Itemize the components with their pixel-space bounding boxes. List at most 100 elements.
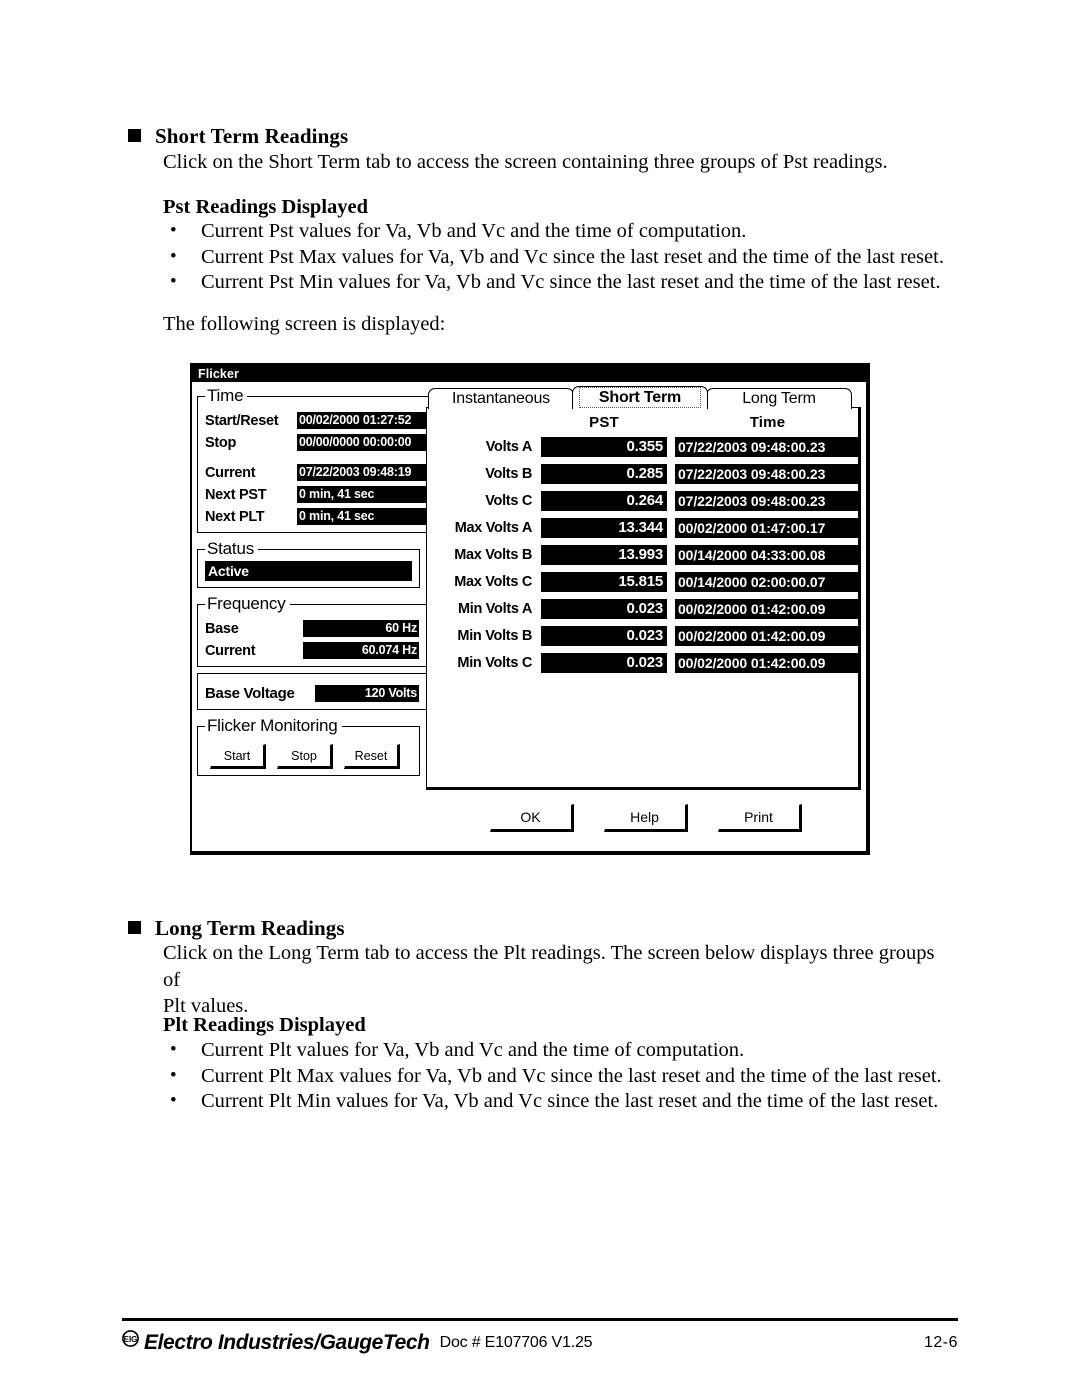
dialog-titlebar: Flicker <box>192 365 866 382</box>
next-pst-label: Next PST <box>205 486 267 503</box>
dialog-action-buttons: OK Help Print <box>426 790 861 846</box>
short-term-panel: PST Time Volts A 0.355 07/22/2003 09:48:… <box>426 407 861 790</box>
table-row: Volts C 0.264 07/22/2003 09:48:00.23 <box>433 487 860 514</box>
flicker-monitoring-buttons: Start Stop Reset <box>205 744 412 769</box>
page-footer: EIG Electro Industries/GaugeTech Doc # E… <box>122 1328 958 1358</box>
status-value: Active <box>205 561 412 581</box>
current-time-label: Current <box>205 464 256 481</box>
base-voltage-group: Base Voltage 120 Volts <box>197 673 427 710</box>
help-button[interactable]: Help <box>603 804 688 832</box>
next-plt-label: Next PLT <box>205 508 265 525</box>
list-item: Current Pst Max values for Va, Vb and Vc… <box>163 244 944 271</box>
table-row: Min Volts C 0.023 00/02/2000 01:42:00.09 <box>433 649 860 676</box>
time-group-legend: Time <box>207 386 244 405</box>
right-column: Instantaneous Short Term Long Term PST T… <box>426 386 861 846</box>
row-time-max-volts-c: 00/14/2000 02:00:00.07 <box>675 571 860 592</box>
dialog-body: Time Start/Reset 00/02/2000 01:27:52 Sto… <box>192 382 866 851</box>
time-row-next-pst: Next PST 0 min, 41 sec <box>205 485 449 504</box>
list-item: Current Plt values for Va, Vb and Vc and… <box>163 1037 942 1064</box>
flicker-monitoring-group: Flicker Monitoring Start Stop Reset <box>197 716 420 776</box>
table-row: Min Volts B 0.023 00/02/2000 01:42:00.09 <box>433 622 860 649</box>
row-label-volts-b: Volts B <box>485 465 532 482</box>
section2-intro-paragraph: Click on the Long Term tab to access the… <box>163 942 935 1017</box>
table-column-headers: PST Time <box>433 411 852 433</box>
time-row-next-plt: Next PLT 0 min, 41 sec <box>205 507 449 526</box>
list-item: Current Pst Min values for Va, Vb and Vc… <box>163 269 944 296</box>
time-group-spacer <box>205 452 449 460</box>
base-voltage-label: Base Voltage <box>205 685 295 702</box>
row-label-volts-a: Volts A <box>485 438 533 455</box>
row-pst-volts-c: 0.264 <box>541 490 667 511</box>
square-bullet-icon <box>128 129 141 142</box>
frequency-current-label: Current <box>205 642 256 659</box>
flicker-dialog: Flicker Time Start/Reset 00/02/2000 01:2… <box>190 363 870 855</box>
footer-divider <box>122 1318 958 1321</box>
row-time-volts-a: 07/22/2003 09:48:00.23 <box>675 436 860 457</box>
table-row: Max Volts B 13.993 00/14/2000 04:33:00.0… <box>433 541 860 568</box>
row-time-min-volts-c: 00/02/2000 01:42:00.09 <box>675 652 860 673</box>
time-row-stop: Stop 00/00/0000 00:00:00 <box>205 433 449 452</box>
flicker-monitoring-legend: Flicker Monitoring <box>207 716 338 735</box>
base-voltage-row: Base Voltage 120 Volts <box>205 684 419 703</box>
row-pst-min-volts-c: 0.023 <box>541 652 667 673</box>
row-time-min-volts-b: 00/02/2000 01:42:00.09 <box>675 625 860 646</box>
row-pst-max-volts-a: 13.344 <box>541 517 667 538</box>
frequency-row-current: Current 60.074 Hz <box>205 641 419 660</box>
column-header-pst: PST <box>589 413 619 431</box>
start-reset-label: Start/Reset <box>205 412 279 429</box>
dialog-title: Flicker <box>198 366 240 381</box>
section1-bullet-list: Current Pst values for Va, Vb and Vc and… <box>163 218 944 296</box>
row-time-volts-c: 07/22/2003 09:48:00.23 <box>675 490 860 511</box>
row-pst-min-volts-b: 0.023 <box>541 625 667 646</box>
row-label-volts-c: Volts C <box>485 492 532 509</box>
row-label-min-volts-b: Min Volts B <box>457 627 532 644</box>
row-label-min-volts-a: Min Volts A <box>457 600 532 617</box>
ok-button[interactable]: OK <box>489 804 574 832</box>
row-label-max-volts-a: Max Volts A <box>454 519 533 536</box>
section1-intro-paragraph: Click on the Short Term tab to access th… <box>163 151 888 173</box>
status-group-legend: Status <box>207 539 254 558</box>
table-row: Max Volts A 13.344 00/02/2000 01:47:00.1… <box>433 514 860 541</box>
frequency-base-label: Base <box>205 620 239 637</box>
tab-instantaneous[interactable]: Instantaneous <box>428 388 574 409</box>
base-voltage-value: 120 Volts <box>315 685 419 702</box>
row-time-max-volts-a: 00/02/2000 01:47:00.17 <box>675 517 860 538</box>
row-pst-volts-a: 0.355 <box>541 436 667 457</box>
square-bullet-icon <box>128 921 141 934</box>
start-button[interactable]: Start <box>210 744 266 769</box>
screen-caption: The following screen is displayed: <box>163 313 446 335</box>
section2-subheading: Plt Readings Displayed <box>163 1014 366 1036</box>
frequency-base-value: 60 Hz <box>303 620 419 637</box>
list-item: Current Plt Max values for Va, Vb and Vc… <box>163 1063 942 1090</box>
section2-bullet-list: Current Plt values for Va, Vb and Vc and… <box>163 1037 942 1115</box>
document-id: Doc # E107706 V1.25 <box>439 1334 593 1351</box>
stop-label: Stop <box>205 434 237 451</box>
stop-button[interactable]: Stop <box>277 744 333 769</box>
frequency-group: Frequency Base 60 Hz Current 60.074 Hz <box>197 594 427 667</box>
row-pst-volts-b: 0.285 <box>541 463 667 484</box>
frequency-row-base: Base 60 Hz <box>205 619 419 638</box>
section1-subheading: Pst Readings Displayed <box>163 196 369 218</box>
row-label-min-volts-c: Min Volts C <box>457 654 532 671</box>
time-row-current: Current 07/22/2003 09:48:19 <box>205 463 449 482</box>
list-item: Current Plt Min values for Va, Vb and Vc… <box>163 1088 942 1115</box>
svg-text:EIG: EIG <box>124 1335 138 1344</box>
company-brand: Electro Industries/GaugeTech <box>144 1331 430 1354</box>
tab-long-term[interactable]: Long Term <box>706 388 852 409</box>
tabstrip: Instantaneous Short Term Long Term <box>426 386 861 409</box>
tab-short-term-label: Short Term <box>579 387 701 408</box>
table-row: Volts B 0.285 07/22/2003 09:48:00.23 <box>433 460 860 487</box>
table-row: Max Volts C 15.815 00/14/2000 02:00:00.0… <box>433 568 860 595</box>
print-button[interactable]: Print <box>717 804 802 832</box>
status-group: Status Active <box>197 539 420 588</box>
row-pst-min-volts-a: 0.023 <box>541 598 667 619</box>
row-time-volts-b: 07/22/2003 09:48:00.23 <box>675 463 860 484</box>
row-pst-max-volts-c: 15.815 <box>541 571 667 592</box>
section-heading-short-term: Short Term Readings <box>128 124 348 149</box>
eig-logo-icon: EIG <box>122 1329 139 1351</box>
column-header-time: Time <box>749 413 786 431</box>
reset-button[interactable]: Reset <box>344 744 400 769</box>
tab-short-term[interactable]: Short Term <box>572 386 708 409</box>
row-time-max-volts-b: 00/14/2000 04:33:00.08 <box>675 544 860 565</box>
row-label-max-volts-b: Max Volts B <box>454 546 532 563</box>
